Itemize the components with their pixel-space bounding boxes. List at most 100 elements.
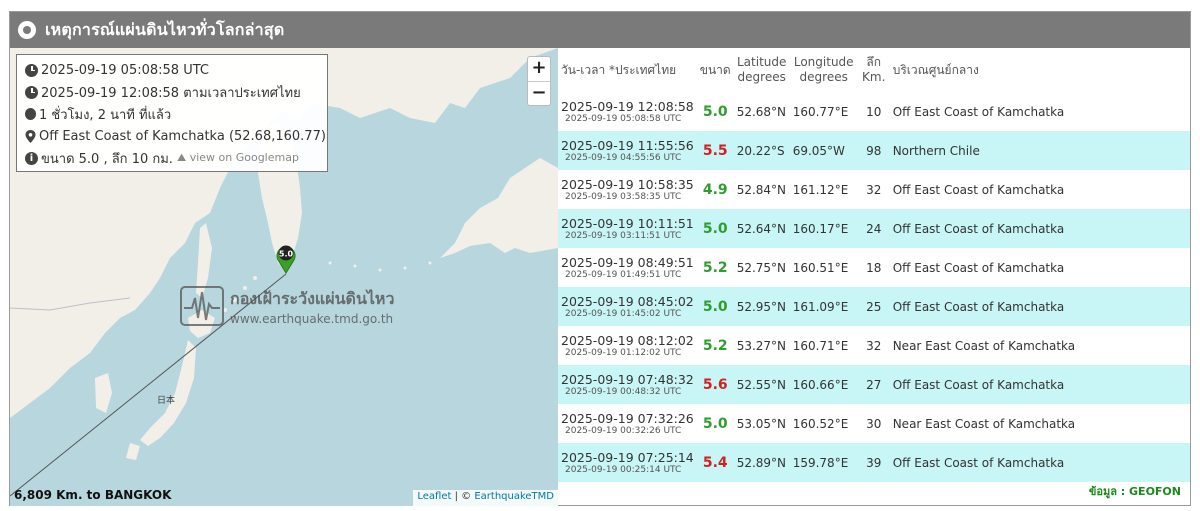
datetime-utc: 2025-09-19 04:55:56 UTC: [565, 152, 682, 163]
cell-mag: 5.4: [702, 454, 728, 471]
info-ago: 1 ชั่วโมง, 2 นาที ที่แล้ว: [39, 107, 172, 123]
info-local: 2025-09-19 12:08:58 ตามเวลาประเทศไทย: [41, 85, 301, 101]
col-datetime: วัน-เวลา *ประเทศไทย: [561, 62, 677, 77]
cell-lon: 69.05°W: [792, 143, 845, 158]
cell-lat: 53.05°N: [736, 416, 787, 431]
table-row[interactable]: 2025-09-19 07:32:26 2025-09-19 00:32:26 U…: [558, 404, 1190, 443]
cell-datetime: 2025-09-19 08:45:02 2025-09-19 01:45:02 U…: [558, 287, 697, 326]
cell-region: Northern Chile: [892, 143, 980, 158]
stopwatch-icon: [25, 108, 36, 120]
datetime-local: 2025-09-19 08:45:02: [561, 293, 694, 309]
cell-lon: 160.66°E: [792, 377, 849, 392]
datetime-utc: 2025-09-19 01:12:02 UTC: [565, 347, 682, 358]
datetime-local: 2025-09-19 07:32:26: [561, 410, 694, 426]
cell-lon: 160.17°E: [792, 221, 849, 236]
table-row[interactable]: 2025-09-19 08:12:02 2025-09-19 01:12:02 U…: [558, 326, 1190, 365]
datetime-local: 2025-09-19 10:11:51: [561, 215, 694, 231]
col-region: บริเวณศูนย์กลาง: [892, 62, 979, 77]
cell-datetime: 2025-09-19 07:32:26 2025-09-19 00:32:26 U…: [558, 404, 697, 443]
cell-region: Off East Coast of Kamchatka: [892, 260, 1065, 275]
cell-lon: 160.71°E: [792, 338, 849, 353]
table-header: วัน-เวลา *ประเทศไทย ขนาด Latitude degree…: [558, 48, 1190, 92]
event-info-box: 2025-09-19 05:08:58 UTC 2025-09-19 12:08…: [16, 54, 328, 172]
cell-depth: 98: [866, 143, 882, 158]
cell-lat: 20.22°S: [736, 143, 785, 158]
cell-lat: 52.55°N: [736, 377, 787, 392]
datetime-local: 2025-09-19 08:49:51: [561, 254, 694, 270]
zoom-control: + −: [527, 56, 551, 106]
datetime-utc: 2025-09-19 01:45:02 UTC: [565, 308, 682, 319]
table-row[interactable]: 2025-09-19 08:49:51 2025-09-19 01:49:51 U…: [558, 248, 1190, 287]
table-row[interactable]: 2025-09-19 10:58:35 2025-09-19 03:58:35 U…: [558, 170, 1190, 209]
cell-lat: 52.64°N: [736, 221, 787, 236]
earthquake-widget: เหตุการณ์แผ่นดินไหวทั่วโลกล่าสุด 2025-09…: [9, 11, 1191, 506]
cell-datetime: 2025-09-19 08:49:51 2025-09-19 01:49:51 U…: [558, 248, 697, 287]
cell-lat: 52.95°N: [736, 299, 787, 314]
cell-depth: 27: [866, 377, 882, 392]
watermark-title: กองเฝ้าระวังแผ่นดินไหว: [230, 288, 395, 308]
cell-lon: 160.52°E: [792, 416, 849, 431]
tmd-watermark: กองเฝ้าระวังแผ่นดินไหว www.earthquake.tm…: [180, 286, 394, 326]
info-utc: 2025-09-19 05:08:58 UTC: [41, 62, 209, 78]
cell-datetime: 2025-09-19 12:08:58 2025-09-19 05:08:58 U…: [558, 92, 697, 131]
cell-lon: 161.09°E: [792, 299, 849, 314]
table-row[interactable]: 2025-09-19 10:11:51 2025-09-19 03:11:51 U…: [558, 209, 1190, 248]
leaflet-link[interactable]: Leaflet: [417, 491, 451, 502]
col-lon: Longitude degrees: [793, 55, 854, 84]
zoom-in-button[interactable]: +: [528, 57, 550, 81]
datetime-utc: 2025-09-19 00:48:32 UTC: [565, 386, 682, 397]
cell-depth: 32: [866, 182, 882, 197]
table-row[interactable]: 2025-09-19 07:48:32 2025-09-19 00:48:32 U…: [558, 365, 1190, 404]
cell-depth: 32: [866, 338, 882, 353]
datetime-local: 2025-09-19 08:12:02: [561, 332, 694, 348]
table-row[interactable]: 2025-09-19 07:25:14 2025-09-19 00:25:14 U…: [558, 443, 1190, 482]
table-row[interactable]: 2025-09-19 08:45:02 2025-09-19 01:45:02 U…: [558, 287, 1190, 326]
earthquake-marker-icon[interactable]: 5.0: [275, 244, 297, 274]
clock-icon: [25, 63, 38, 77]
datetime-utc: 2025-09-19 00:25:14 UTC: [565, 464, 682, 475]
table-row[interactable]: 2025-09-19 12:08:58 2025-09-19 05:08:58 U…: [558, 92, 1190, 131]
map-attribution: Leaflet | © EarthquakeTMD: [413, 490, 558, 506]
cell-mag: 5.2: [702, 259, 728, 276]
cell-depth: 25: [866, 299, 882, 314]
cell-depth: 24: [866, 221, 882, 236]
cell-mag: 5.0: [702, 103, 728, 120]
cell-depth: 18: [866, 260, 882, 275]
datetime-local: 2025-09-19 10:58:35: [561, 176, 694, 192]
cell-mag: 5.0: [702, 298, 728, 315]
cell-depth: 39: [866, 455, 882, 470]
cell-mag: 5.0: [702, 220, 728, 237]
cell-region: Off East Coast of Kamchatka: [892, 104, 1065, 119]
watermark-url: www.earthquake.tmd.go.th: [230, 311, 394, 326]
table-row[interactable]: 2025-09-19 11:55:56 2025-09-19 04:55:56 U…: [558, 131, 1190, 170]
datetime-local: 2025-09-19 07:25:14: [561, 449, 694, 465]
datetime-utc: 2025-09-19 03:58:35 UTC: [565, 191, 682, 202]
zoom-out-button[interactable]: −: [528, 81, 550, 105]
cell-region: Off East Coast of Kamchatka: [892, 221, 1065, 236]
cell-mag: 4.9: [702, 181, 728, 198]
info-location: Off East Coast of Kamchatka (52.68,160.7…: [39, 128, 326, 144]
cell-datetime: 2025-09-19 08:12:02 2025-09-19 01:12:02 U…: [558, 326, 697, 365]
datetime-local: 2025-09-19 11:55:56: [561, 137, 694, 153]
title-bar: เหตุการณ์แผ่นดินไหวทั่วโลกล่าสุด: [10, 12, 1190, 48]
cell-mag: 5.2: [702, 337, 728, 354]
japan-label: 日本: [157, 396, 176, 406]
cell-region: Off East Coast of Kamchatka: [892, 182, 1065, 197]
cell-datetime: 2025-09-19 10:58:35 2025-09-19 03:58:35 U…: [558, 170, 697, 209]
events-table-panel: วัน-เวลา *ประเทศไทย ขนาด Latitude degree…: [558, 48, 1190, 506]
info-icon: i: [25, 151, 38, 165]
cell-datetime: 2025-09-19 07:48:32 2025-09-19 00:48:32 U…: [558, 365, 697, 404]
map-panel[interactable]: 2025-09-19 05:08:58 UTC 2025-09-19 12:08…: [10, 48, 558, 506]
info-magdepth: ขนาด 5.0 , ลึก 10 กม.: [41, 151, 173, 167]
cell-lon: 159.78°E: [792, 455, 849, 470]
data-source: ข้อมูล : GEOFON: [1088, 485, 1181, 498]
cell-lat: 53.27°N: [736, 338, 787, 353]
cell-region: Off East Coast of Kamchatka: [892, 377, 1065, 392]
earthquaketmd-link[interactable]: EarthquakeTMD: [474, 491, 554, 502]
datetime-local: 2025-09-19 12:08:58: [561, 98, 694, 114]
googlemap-link[interactable]: ⛰ view on Googlemap: [177, 151, 299, 165]
cell-datetime: 2025-09-19 11:55:56 2025-09-19 04:55:56 U…: [558, 131, 697, 170]
cell-mag: 5.0: [702, 415, 728, 432]
cell-lon: 160.77°E: [792, 104, 849, 119]
cell-region: Off East Coast of Kamchatka: [892, 455, 1065, 470]
